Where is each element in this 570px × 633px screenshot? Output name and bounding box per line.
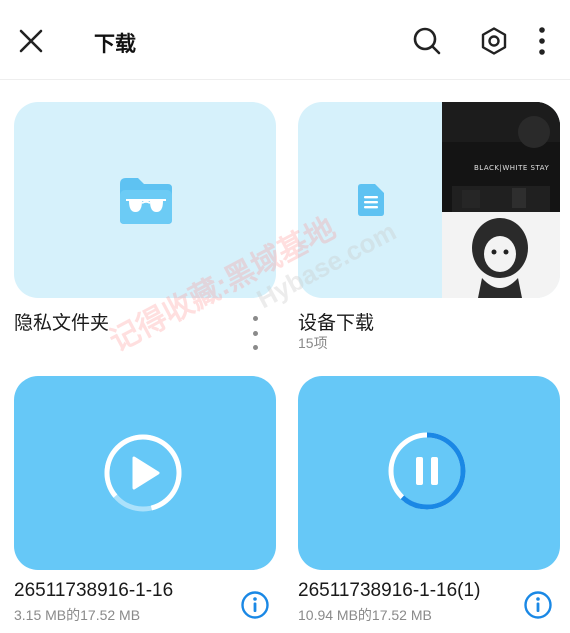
pause-icon — [416, 457, 423, 485]
thumbnail-title: BLACK|WHITE STAY — [474, 164, 550, 172]
info-icon[interactable] — [240, 590, 270, 620]
search-icon — [413, 27, 441, 55]
glasses-folder-icon — [120, 178, 172, 224]
info-icon[interactable] — [523, 590, 553, 620]
card-more-options[interactable] — [248, 316, 262, 350]
more-vertical-icon — [539, 27, 545, 55]
close-icon — [19, 29, 43, 53]
portrait-poster-thumbnail — [442, 212, 560, 298]
video-download-card[interactable] — [298, 376, 560, 570]
video-download-card[interactable] — [14, 376, 276, 570]
device-downloads-label: 设备下载 — [298, 313, 375, 334]
page-title: 下载 — [94, 33, 136, 56]
settings-hexagon-icon — [481, 27, 507, 55]
device-downloads-card[interactable]: BLACK|WHITE STAY — [298, 102, 560, 298]
settings-button[interactable] — [475, 22, 513, 60]
file-name: 26511738916-1-16(1) — [298, 580, 481, 601]
play-icon — [132, 456, 160, 490]
private-folder-card[interactable] — [14, 102, 276, 298]
top-app-bar: 下载 — [0, 0, 570, 80]
more-options-button[interactable] — [527, 22, 557, 60]
item-count: 15项 — [298, 335, 328, 351]
pause-progress-ring[interactable] — [386, 430, 468, 512]
download-progress-text: 10.94 MB的17.52 MB — [298, 607, 432, 623]
download-progress-text: 3.15 MB的17.52 MB — [14, 607, 141, 623]
search-button[interactable] — [408, 22, 446, 60]
document-icon — [358, 184, 384, 216]
thumbnail-image: BLACK|WHITE STAY — [442, 102, 560, 212]
close-button[interactable] — [12, 22, 50, 60]
play-progress-ring[interactable] — [102, 432, 184, 514]
stage-photo-thumbnail — [442, 102, 560, 212]
private-folder-label: 隐私文件夹 — [14, 313, 110, 334]
file-name: 26511738916-1-16 — [14, 580, 174, 601]
thumbnail-image — [442, 212, 560, 298]
